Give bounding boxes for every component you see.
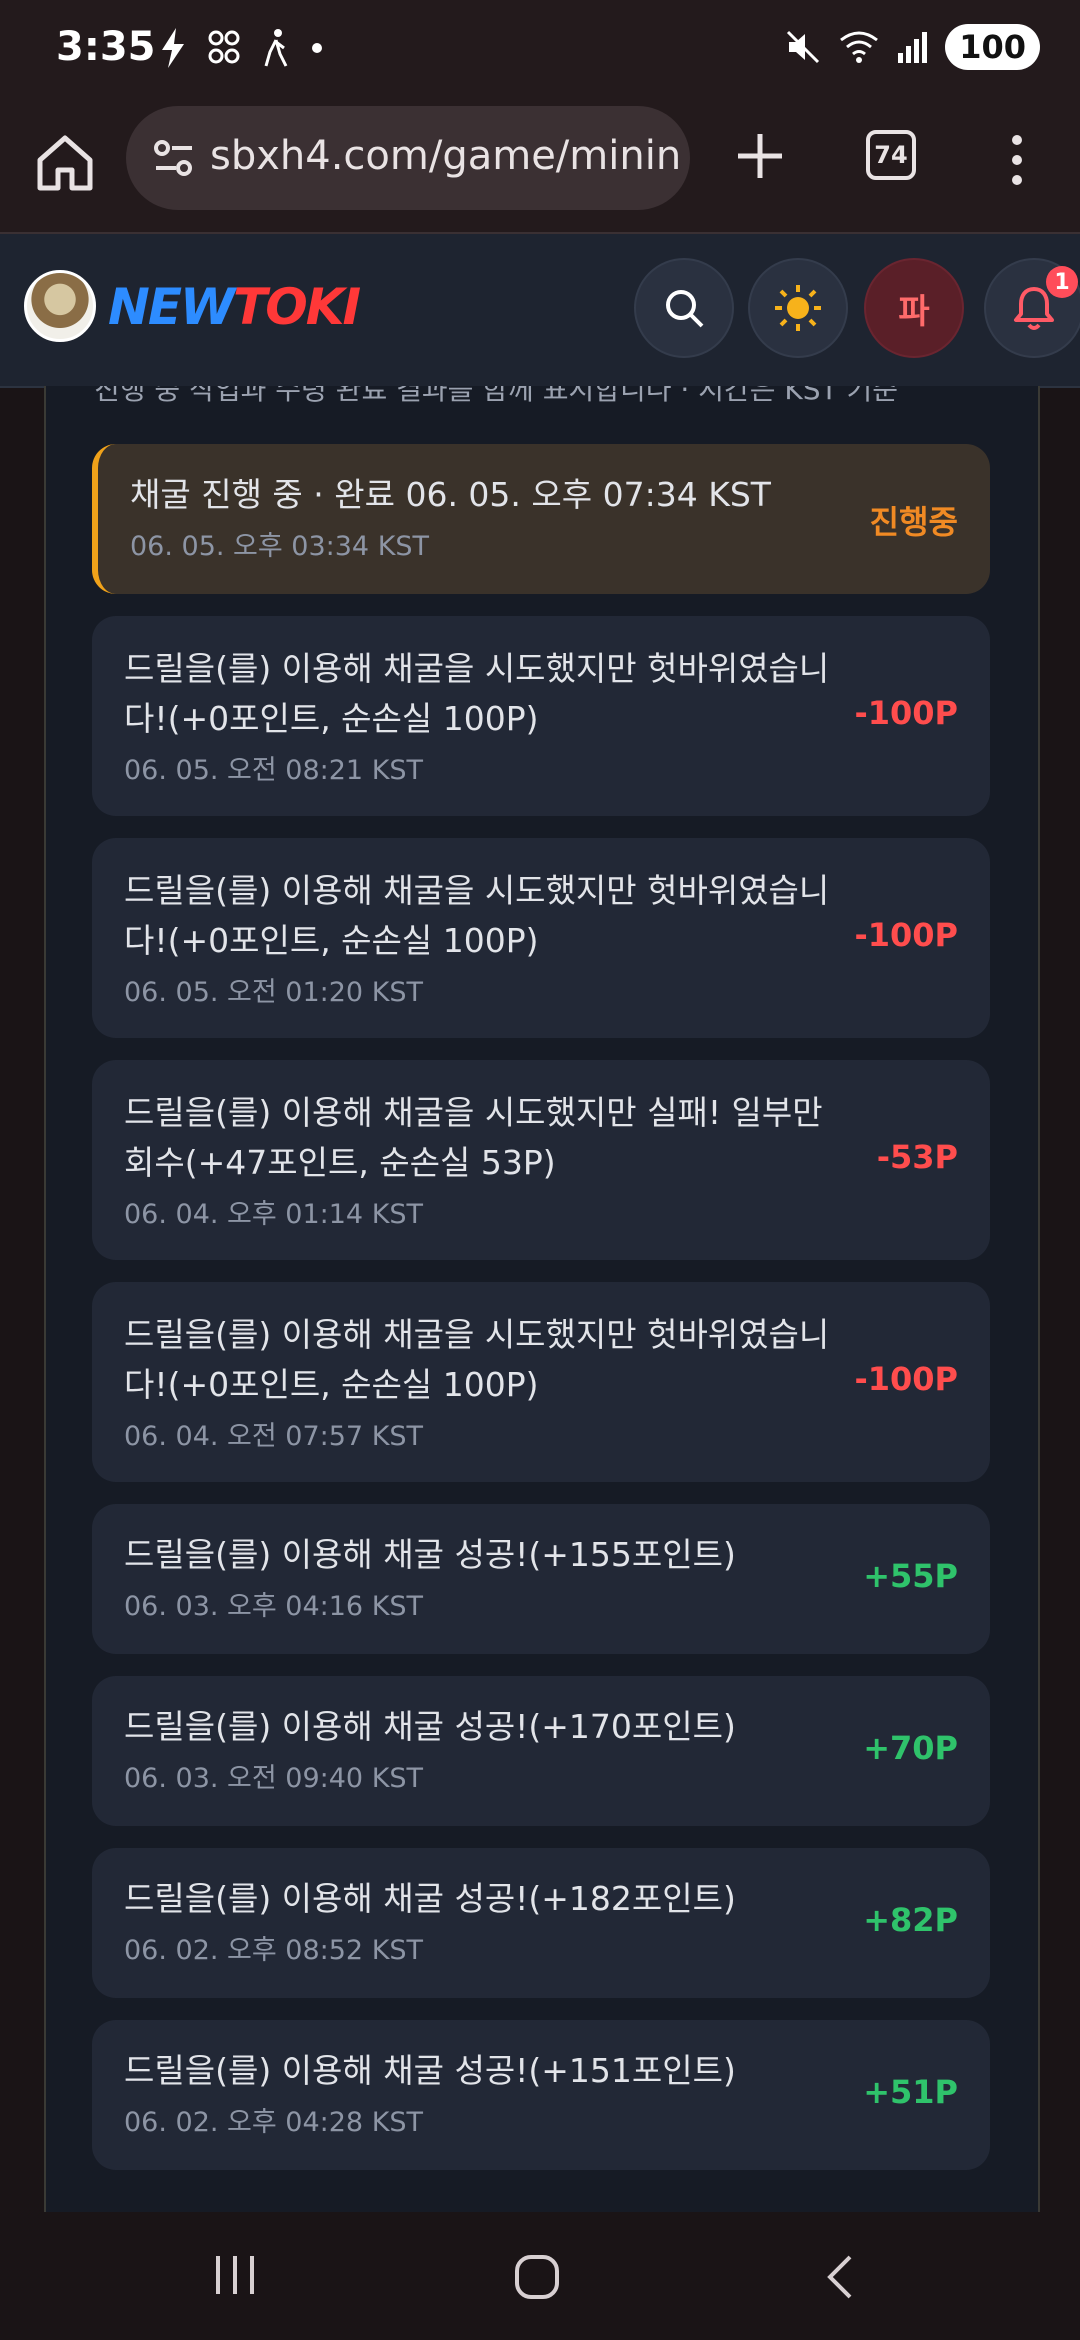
in-progress-entry: 채굴 진행 중 · 완료 06. 05. 오후 07:34 KST 06. 05.… bbox=[92, 444, 990, 594]
search-button[interactable] bbox=[634, 258, 734, 358]
history-entry: 드릴을(를) 이용해 채굴을 시도했지만 실패! 일부만 회수(+47포인트, … bbox=[92, 1060, 990, 1260]
entry-timestamp: 06. 04. 오후 01:14 KST bbox=[124, 1199, 424, 1230]
history-entry: 드릴을(를) 이용해 채굴을 시도했지만 헛바위였습니다!(+0포인트, 순손실… bbox=[92, 838, 990, 1038]
home-nav-icon[interactable] bbox=[512, 2252, 562, 2302]
point-change: -100P bbox=[854, 1360, 958, 1398]
history-entry: 드릴을(를) 이용해 채굴을 시도했지만 헛바위였습니다!(+0포인트, 순손실… bbox=[92, 616, 990, 816]
dot-indicator bbox=[312, 43, 322, 53]
history-list: 채굴 진행 중 · 완료 06. 05. 오후 07:34 KST 06. 05.… bbox=[92, 444, 990, 2192]
logo-toki-text: TOKI bbox=[233, 278, 361, 336]
entry-timestamp: 06. 02. 오후 08:52 KST bbox=[124, 1935, 424, 1966]
status-time: 3:35 bbox=[56, 24, 156, 70]
entry-timestamp: 06. 05. 오전 01:20 KST bbox=[124, 977, 424, 1008]
more-menu-icon[interactable] bbox=[1000, 130, 1034, 190]
history-entry: 드릴을(를) 이용해 채굴 성공!(+170포인트) 06. 03. 오전 09:… bbox=[92, 1676, 990, 1826]
recent-apps-icon[interactable] bbox=[210, 2252, 260, 2298]
entry-title: 드릴을(를) 이용해 채굴을 시도했지만 헛바위였습니다!(+0포인트, 순손실… bbox=[124, 871, 830, 960]
status-notification-icons bbox=[160, 28, 322, 68]
entry-title: 드릴을(를) 이용해 채굴 성공!(+182포인트) bbox=[124, 1879, 736, 1918]
point-change: +55P bbox=[863, 1557, 958, 1595]
tab-switcher-button[interactable]: 74 bbox=[866, 130, 916, 180]
profile-button[interactable]: 파 bbox=[864, 258, 964, 358]
profile-initial: 파 bbox=[898, 291, 930, 332]
point-change: +82P bbox=[863, 1901, 958, 1939]
point-change: -100P bbox=[854, 694, 958, 732]
entry-title: 드릴을(를) 이용해 채굴을 시도했지만 헛바위였습니다!(+0포인트, 순손실… bbox=[124, 1315, 830, 1404]
new-tab-icon[interactable] bbox=[730, 126, 790, 186]
system-nav-bar bbox=[0, 2212, 1080, 2340]
battery-indicator: 100 bbox=[945, 24, 1040, 70]
site-settings-icon[interactable] bbox=[152, 136, 196, 180]
back-nav-icon[interactable] bbox=[820, 2252, 860, 2302]
history-entry: 드릴을(를) 이용해 채굴 성공!(+182포인트) 06. 02. 오후 08:… bbox=[92, 1848, 990, 1998]
status-bar: 3:35 100 bbox=[0, 0, 1080, 100]
notification-badge: 1 bbox=[1046, 266, 1078, 298]
sun-icon bbox=[775, 285, 821, 331]
point-change: +51P bbox=[863, 2073, 958, 2111]
entry-timestamp: 06. 05. 오전 08:21 KST bbox=[124, 755, 424, 786]
history-subtitle: 진행 중 작업과 수령 완료 결과를 함께 표시합니다 · 시간은 KST 기준 bbox=[94, 386, 899, 406]
mute-icon bbox=[787, 30, 820, 64]
point-change: -53P bbox=[876, 1138, 958, 1176]
entry-timestamp: 06. 04. 오전 07:57 KST bbox=[124, 1421, 424, 1452]
walking-icon bbox=[264, 29, 288, 67]
entry-title: 드릴을(를) 이용해 채굴 성공!(+151포인트) bbox=[124, 2051, 736, 2090]
search-icon bbox=[666, 290, 704, 328]
charging-bolt-icon bbox=[162, 28, 184, 68]
home-icon[interactable] bbox=[30, 128, 100, 198]
app-grid-icon bbox=[208, 30, 240, 64]
entry-title: 채굴 진행 중 · 완료 06. 05. 오후 07:34 KST bbox=[130, 475, 771, 514]
entry-title: 드릴을(를) 이용해 채굴 성공!(+155포인트) bbox=[124, 1535, 736, 1574]
mining-history-panel: 진행 중 작업과 수령 완료 결과를 함께 표시합니다 · 시간은 KST 기준… bbox=[44, 386, 1040, 2212]
point-change: +70P bbox=[863, 1729, 958, 1767]
point-change: -100P bbox=[854, 916, 958, 954]
entry-timestamp: 06. 03. 오전 09:40 KST bbox=[124, 1763, 424, 1794]
entry-title: 드릴을(를) 이용해 채굴 성공!(+170포인트) bbox=[124, 1707, 736, 1746]
history-entry: 드릴을(를) 이용해 채굴 성공!(+151포인트) 06. 02. 오후 04:… bbox=[92, 2020, 990, 2170]
status-system-icons: 100 bbox=[785, 24, 1040, 70]
history-entry: 드릴을(를) 이용해 채굴 성공!(+155포인트) 06. 03. 오후 04:… bbox=[92, 1504, 990, 1654]
signal-icon bbox=[898, 32, 928, 63]
address-bar[interactable]: sbxh4.com/game/mining bbox=[126, 106, 690, 210]
site-logo-avatar[interactable] bbox=[24, 270, 96, 342]
logo-new-text: NEW bbox=[108, 278, 235, 336]
browser-toolbar: sbxh4.com/game/mining 74 bbox=[0, 100, 1080, 234]
entry-timestamp: 06. 02. 오후 04:28 KST bbox=[124, 2107, 424, 2138]
url-text[interactable]: sbxh4.com/game/mining bbox=[210, 133, 680, 179]
site-header: NEWTOKI 파 1 bbox=[0, 234, 1080, 388]
notifications-button[interactable]: 1 bbox=[984, 258, 1080, 358]
wifi-icon bbox=[840, 31, 879, 63]
status-badge: 진행중 bbox=[869, 503, 958, 541]
entry-title: 드릴을(를) 이용해 채굴을 시도했지만 헛바위였습니다!(+0포인트, 순손실… bbox=[124, 649, 830, 738]
theme-toggle-button[interactable] bbox=[748, 258, 848, 358]
entry-timestamp: 06. 05. 오후 03:34 KST bbox=[130, 531, 430, 562]
entry-title: 드릴을(를) 이용해 채굴을 시도했지만 실패! 일부만 회수(+47포인트, … bbox=[124, 1093, 823, 1182]
history-entry: 드릴을(를) 이용해 채굴을 시도했지만 헛바위였습니다!(+0포인트, 순손실… bbox=[92, 1282, 990, 1482]
site-logo[interactable]: NEWTOKI bbox=[108, 278, 361, 336]
entry-timestamp: 06. 03. 오후 04:16 KST bbox=[124, 1591, 424, 1622]
